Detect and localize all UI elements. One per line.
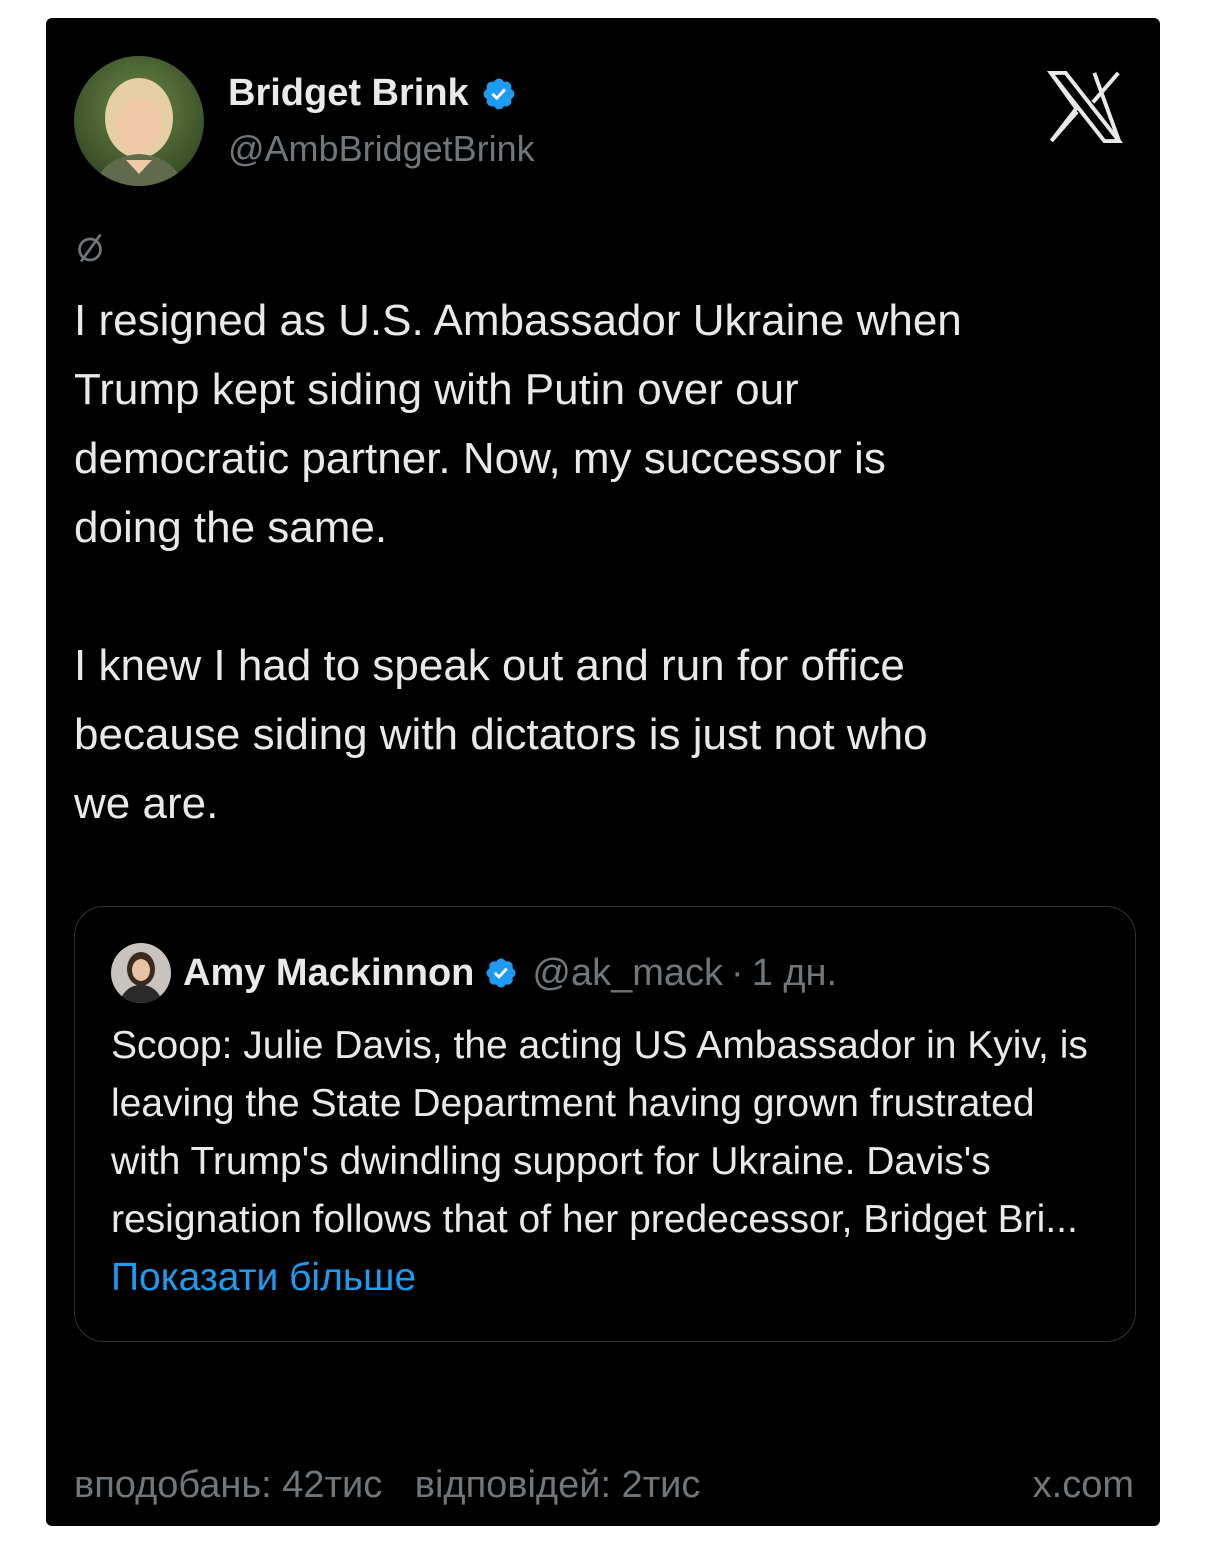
tweet-card: Bridget Brink @AmbBridgetBrink I resigne… [46, 18, 1160, 1526]
likes-count[interactable]: вподобань: 42тис [74, 1464, 382, 1506]
quoted-tweet-text: Scoop: Julie Davis, the acting US Ambass… [111, 1017, 1111, 1307]
quoted-tweet[interactable]: Amy Mackinnon @ak_mack · 1 дн. Scoop: Ju… [74, 906, 1136, 1342]
author-name[interactable]: Bridget Brink [228, 72, 517, 115]
tweet-text: I resigned as U.S. Ambassador Ukraine wh… [74, 296, 962, 828]
quoted-author-name[interactable]: Amy Mackinnon [183, 952, 474, 995]
separator-dot: · [731, 951, 744, 994]
source-domain-link[interactable]: x.com [1033, 1464, 1134, 1507]
replies-count[interactable]: відповідей: 2тис [415, 1464, 701, 1506]
x-logo-icon[interactable] [1042, 64, 1128, 150]
quoted-author-avatar[interactable] [111, 943, 171, 1003]
author-handle[interactable]: @AmbBridgetBrink [228, 128, 535, 170]
author-name-text: Bridget Brink [228, 72, 469, 114]
verified-badge-icon [486, 958, 516, 988]
author-avatar[interactable] [74, 56, 204, 186]
quoted-timestamp[interactable]: 1 дн. [752, 952, 837, 995]
verified-badge-icon [483, 78, 515, 109]
grok-icon[interactable] [72, 228, 108, 268]
quoted-tweet-header: Amy Mackinnon @ak_mack · 1 дн. [111, 943, 837, 1003]
quoted-text-body: Scoop: Julie Davis, the acting US Ambass… [111, 1024, 1088, 1241]
show-more-link[interactable]: Показати більше [111, 1256, 416, 1299]
engagement-stats: вподобань: 42тис відповідей: 2тис [74, 1464, 722, 1507]
quoted-author-handle[interactable]: @ak_mack [532, 952, 723, 995]
